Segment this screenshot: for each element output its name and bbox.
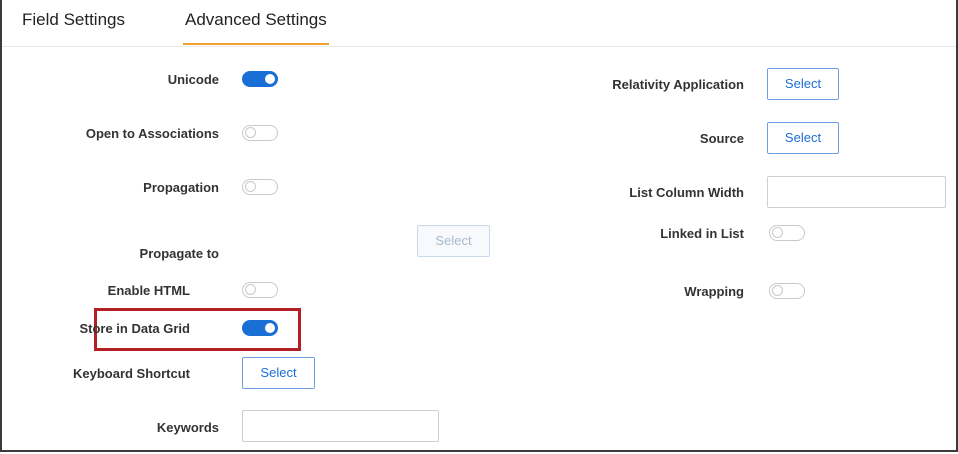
propagate-to-label: Propagate to [139, 246, 219, 261]
linked-in-list-label: Linked in List [660, 226, 744, 241]
unicode-label: Unicode [167, 72, 219, 87]
toggle-knob [265, 74, 275, 84]
toggle-knob [245, 127, 256, 138]
open-to-associations-label: Open to Associations [85, 126, 219, 141]
enable-html-toggle[interactable] [242, 282, 278, 298]
list-column-width-input[interactable] [767, 176, 946, 208]
store-in-data-grid-toggle[interactable] [242, 320, 278, 336]
keywords-label: Keywords [156, 420, 219, 435]
toggle-knob [772, 285, 783, 296]
linked-in-list-toggle[interactable] [769, 225, 805, 241]
store-in-data-grid-label: Store in Data Grid [79, 321, 190, 336]
source-select-button[interactable]: Select [767, 122, 839, 154]
propagate-to-select-button[interactable]: Select [417, 225, 490, 257]
advanced-settings-panel: Field Settings Advanced Settings Unicode… [0, 0, 958, 452]
toggle-knob [245, 284, 256, 295]
tab-bar: Field Settings Advanced Settings [2, 0, 956, 47]
toggle-knob [265, 323, 275, 333]
wrapping-label: Wrapping [684, 284, 744, 299]
enable-html-label: Enable HTML [107, 283, 190, 298]
open-to-associations-toggle[interactable] [242, 125, 278, 141]
toggle-knob [772, 227, 783, 238]
relativity-application-label: Relativity Application [612, 77, 744, 92]
keyboard-shortcut-select-button[interactable]: Select [242, 357, 315, 389]
tab-field-settings[interactable]: Field Settings [22, 10, 125, 30]
keywords-input[interactable] [242, 410, 439, 442]
keyboard-shortcut-label: Keyboard Shortcut [72, 366, 190, 381]
source-label: Source [699, 131, 744, 146]
unicode-toggle[interactable] [242, 71, 278, 87]
toggle-knob [245, 181, 256, 192]
relativity-application-select-button[interactable]: Select [767, 68, 839, 100]
propagation-label: Propagation [143, 180, 219, 195]
wrapping-toggle[interactable] [769, 283, 805, 299]
propagation-toggle[interactable] [242, 179, 278, 195]
tab-advanced-settings[interactable]: Advanced Settings [183, 10, 329, 45]
list-column-width-label: List Column Width [629, 185, 744, 200]
